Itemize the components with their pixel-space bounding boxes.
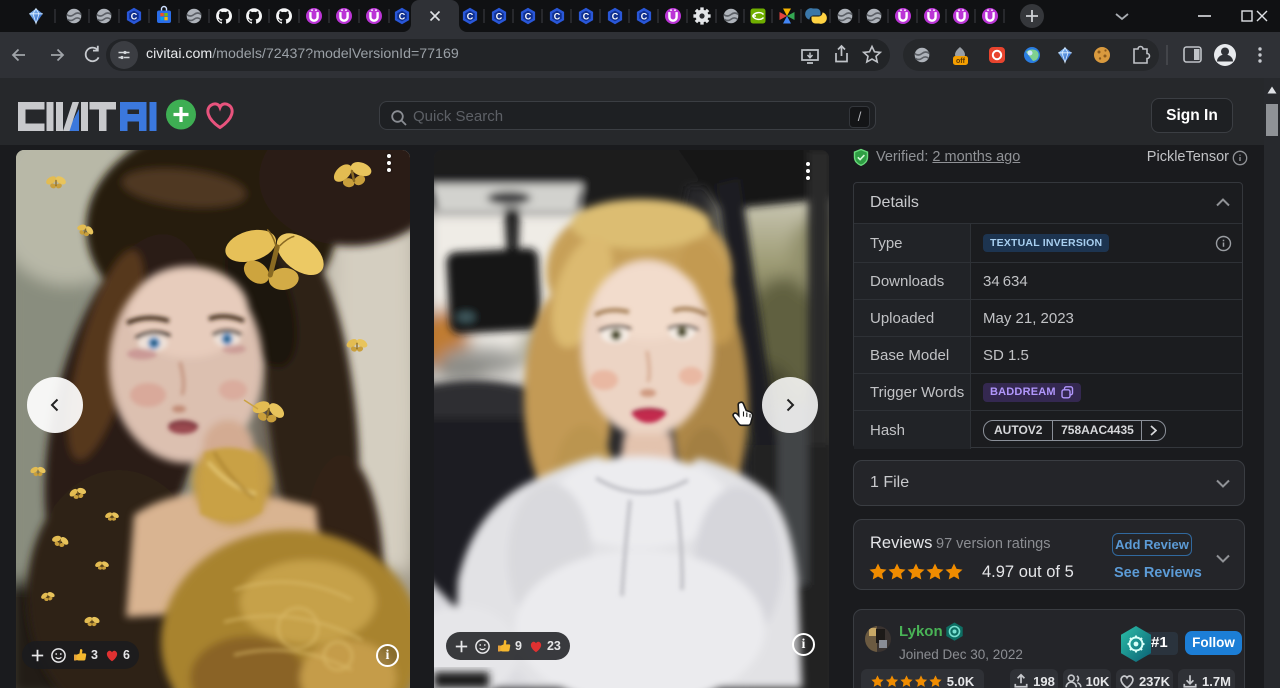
svg-text:off: off (956, 58, 966, 65)
